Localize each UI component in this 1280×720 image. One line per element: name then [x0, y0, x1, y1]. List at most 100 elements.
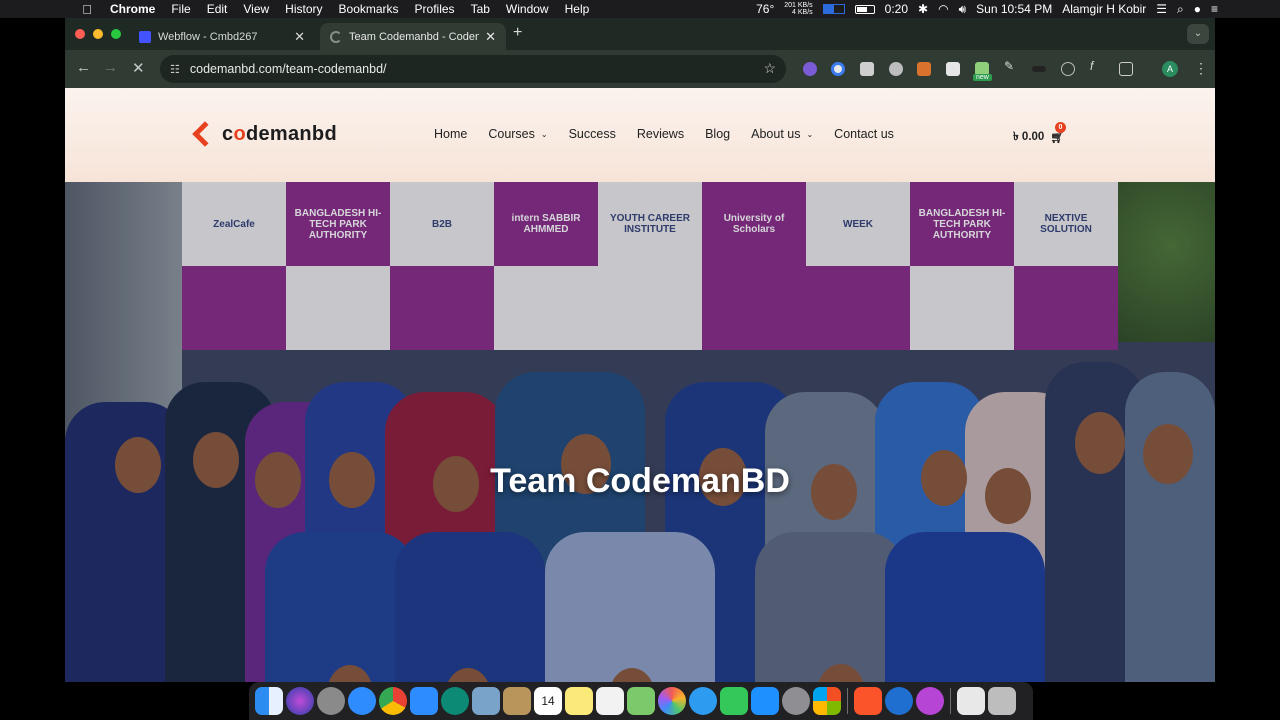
stop-loading-icon[interactable]: ✕ [132, 59, 145, 77]
nav-blog[interactable]: Blog [705, 127, 730, 141]
close-tab-icon[interactable]: ✕ [294, 29, 305, 45]
extension-purple-icon[interactable] [803, 62, 817, 76]
tab-title: Team Codemanbd - Codeman [349, 30, 479, 43]
edge-icon[interactable] [885, 687, 913, 715]
profile-avatar[interactable]: A [1162, 61, 1178, 77]
menu-edit[interactable]: Edit [199, 2, 236, 16]
menu-profiles[interactable]: Profiles [407, 2, 463, 16]
nav-success[interactable]: Success [569, 127, 616, 141]
extension-dark-icon[interactable] [1032, 66, 1046, 72]
nav-contact-us[interactable]: Contact us [834, 127, 894, 141]
new-tab-plus-icon[interactable]: + [513, 24, 522, 42]
menu-window[interactable]: Window [498, 2, 557, 16]
extension-font-icon[interactable]: f [1090, 59, 1104, 73]
weather-readout[interactable]: 76° [756, 2, 774, 16]
chrome-window: Webflow - Cmbd267 ✕ Team Codemanbd - Cod… [65, 18, 1215, 682]
zoom-window-icon[interactable] [111, 29, 121, 39]
cart-basket-icon: 🛒︎ [1050, 132, 1065, 144]
nav-about-us[interactable]: About us ⌄ [751, 127, 813, 141]
apple-icon[interactable]:  [72, 2, 102, 17]
extension-doc-icon[interactable] [946, 62, 960, 76]
extension-compass-icon[interactable] [1061, 62, 1075, 76]
volume-icon[interactable]: 🔊︎ [959, 2, 967, 17]
user-name[interactable]: Alamgir H Kobir [1062, 2, 1146, 16]
cart-button[interactable]: ৳ 0.00 🛒︎ 0 [1013, 122, 1066, 147]
photos-icon[interactable] [658, 687, 686, 715]
messages-icon[interactable] [689, 687, 717, 715]
macos-dock: 14 [249, 682, 1033, 720]
spotlight-search-icon[interactable]: ⌕ [1177, 2, 1184, 17]
notes-folder-icon[interactable] [503, 687, 531, 715]
menu-tab[interactable]: Tab [463, 2, 498, 16]
forward-arrow-icon[interactable]: → [103, 59, 118, 76]
main-nav: Home Courses ⌄ Success Reviews Blog About… [434, 127, 915, 141]
cpu-meter-icon[interactable] [822, 4, 845, 14]
safari-icon[interactable] [348, 687, 376, 715]
tab-webflow[interactable]: Webflow - Cmbd267 ✕ [129, 23, 315, 50]
extension-blue-circle-icon[interactable] [831, 62, 845, 76]
hero-team-photo: ZealCafe BANGLADESH HI-TECH PARK AUTHORI… [65, 182, 1215, 682]
menu-app-chrome[interactable]: Chrome [102, 2, 163, 16]
trash-icon[interactable] [988, 687, 1016, 715]
extension-orange-icon[interactable] [917, 62, 931, 76]
menu-help[interactable]: Help [557, 2, 598, 16]
control-center-icon[interactable]: ≡ [1211, 2, 1218, 16]
calendar-icon[interactable]: 14 [534, 687, 562, 715]
clock-readout[interactable]: Sun 10:54 PM [976, 2, 1052, 16]
extension-globe-icon[interactable] [889, 62, 903, 76]
timer-readout[interactable]: 0:20 [885, 2, 908, 16]
zoom-icon[interactable] [410, 687, 438, 715]
tab-search-chevron-icon[interactable]: ⌄ [1187, 24, 1209, 44]
cart-total: ৳ 0.00 [1013, 131, 1045, 143]
eyedropper-icon[interactable]: ✎ [1004, 59, 1018, 73]
tab-title: Webflow - Cmbd267 [158, 30, 258, 43]
facetime-icon[interactable] [720, 687, 748, 715]
minimize-window-icon[interactable] [93, 29, 103, 39]
vpn-icon[interactable] [916, 687, 944, 715]
menu-file[interactable]: File [163, 2, 198, 16]
address-bar[interactable]: ☷ codemanbd.com/team-codemanbd/ ☆ [160, 55, 786, 83]
extension-camera-icon[interactable] [860, 62, 874, 76]
finder-icon[interactable] [255, 687, 283, 715]
codemanbd-logo[interactable]: codemanbd [192, 121, 337, 147]
menu-bookmarks[interactable]: Bookmarks [331, 2, 407, 16]
site-header: codemanbd Home Courses ⌄ Success Reviews … [65, 88, 1215, 182]
close-tab-icon[interactable]: ✕ [485, 29, 496, 45]
nav-courses[interactable]: Courses ⌄ [488, 127, 547, 141]
appstore-icon[interactable] [751, 687, 779, 715]
url-text[interactable]: codemanbd.com/team-codemanbd/ [190, 62, 387, 76]
webpage: codemanbd Home Courses ⌄ Success Reviews … [65, 88, 1215, 682]
tab-team-codemanbd[interactable]: Team Codemanbd - Codeman ✕ [320, 23, 506, 50]
wifi-icon[interactable]: ◠ [938, 2, 948, 16]
bluetooth-icon[interactable]: ✱ [918, 2, 928, 16]
office-icon[interactable] [813, 687, 841, 715]
tab-strip: Webflow - Cmbd267 ✕ Team Codemanbd - Cod… [65, 18, 1215, 50]
preview-icon[interactable] [472, 687, 500, 715]
notes-icon[interactable] [565, 687, 593, 715]
nav-reviews[interactable]: Reviews [637, 127, 684, 141]
back-arrow-icon[interactable]: ← [76, 59, 91, 76]
bookmark-star-icon[interactable]: ☆ [763, 60, 776, 77]
launchpad-icon[interactable] [317, 687, 345, 715]
battery-icon[interactable] [854, 4, 875, 14]
extensions-puzzle-icon[interactable] [1119, 62, 1133, 76]
reminders-icon[interactable] [596, 687, 624, 715]
settings-icon[interactable] [782, 687, 810, 715]
podcast-icon[interactable] [441, 687, 469, 715]
close-window-icon[interactable] [75, 29, 85, 39]
siri-icon[interactable] [286, 687, 314, 715]
site-info-icon[interactable]: ☷ [170, 63, 180, 76]
webflow-favicon-icon [139, 30, 151, 43]
nav-home[interactable]: Home [434, 127, 467, 141]
browser-toolbar: ← → ✕ ☷ codemanbd.com/team-codemanbd/ ☆ … [65, 50, 1215, 88]
menu-history[interactable]: History [277, 2, 330, 16]
menu-view[interactable]: View [235, 2, 277, 16]
chrome-icon[interactable] [379, 687, 407, 715]
net-up-readout: 201 KB/s [784, 2, 813, 9]
maps-icon[interactable] [627, 687, 655, 715]
brave-icon[interactable] [854, 687, 882, 715]
chrome-menu-icon[interactable]: ⋮ [1194, 60, 1208, 77]
control-icon[interactable]: ☰ [1156, 2, 1167, 16]
files-icon[interactable] [957, 687, 985, 715]
siri-menubar-icon[interactable]: ● [1194, 2, 1201, 16]
